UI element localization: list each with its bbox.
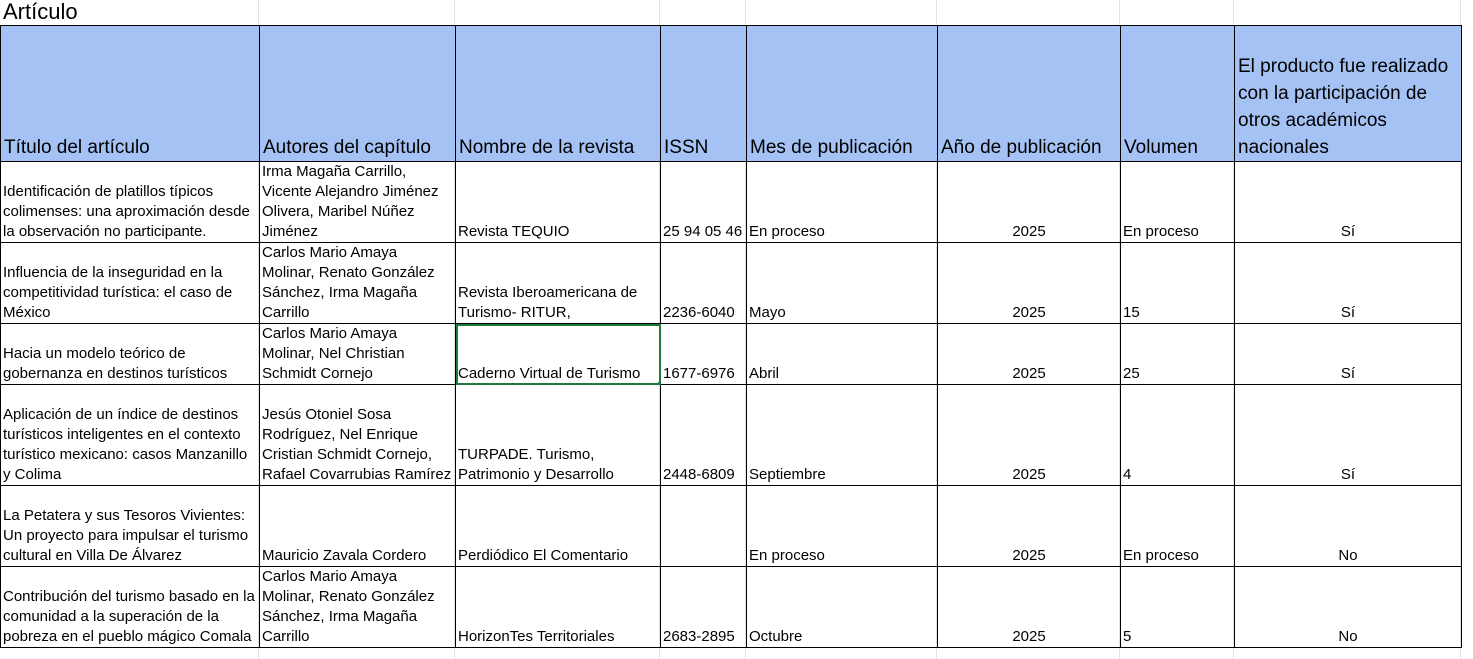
cell-participacion[interactable]: Sí bbox=[1234, 242, 1462, 324]
spreadsheet: Artículo Título del artículo Autores del… bbox=[0, 0, 1473, 659]
header-volumen[interactable]: Volumen bbox=[1120, 25, 1235, 162]
table-row: Hacia un modelo teórico de gobernanza en… bbox=[0, 323, 1462, 385]
cell-mes[interactable]: Octubre bbox=[746, 566, 938, 648]
cell-titulo[interactable]: Hacia un modelo teórico de gobernanza en… bbox=[0, 323, 260, 385]
cell-mes[interactable]: Septiembre bbox=[746, 384, 938, 486]
table-row: La Petatera y sus Tesoros Vivientes: Un … bbox=[0, 485, 1462, 567]
cell-issn[interactable]: 1677-6976 bbox=[660, 323, 747, 385]
cell-revista-text: Caderno Virtual de Turismo bbox=[458, 365, 641, 382]
cell-volumen[interactable]: En proceso bbox=[1120, 485, 1235, 567]
table-row: Identificación de platillos típicos coli… bbox=[0, 161, 1462, 243]
cell-revista[interactable]: Revista Iberoamericana de Turismo- RITUR… bbox=[455, 242, 661, 324]
cell-participacion[interactable]: No bbox=[1234, 566, 1462, 648]
table-row: Aplicación de un índice de destinos turí… bbox=[0, 384, 1462, 486]
cell-anio[interactable]: 2025 bbox=[937, 242, 1121, 324]
header-titulo[interactable]: Título del artículo bbox=[0, 25, 260, 162]
cell-autores[interactable]: Irma Magaña Carrillo, Vicente Alejandro … bbox=[259, 161, 456, 243]
cell-anio[interactable]: 2025 bbox=[937, 384, 1121, 486]
cell-volumen[interactable]: 15 bbox=[1120, 242, 1235, 324]
table-row: Influencia de la inseguridad en la compe… bbox=[0, 242, 1462, 324]
cell-issn[interactable] bbox=[660, 485, 747, 567]
cell-revista[interactable]: TURPADE. Turismo, Patrimonio y Desarroll… bbox=[455, 384, 661, 486]
cell-participacion[interactable]: Sí bbox=[1234, 161, 1462, 243]
cell-autores[interactable]: Carlos Mario Amaya Molinar, Renato Gonzá… bbox=[259, 566, 456, 648]
cell-mes[interactable]: Abril bbox=[746, 323, 938, 385]
cell-autores[interactable]: Carlos Mario Amaya Molinar, Renato Gonzá… bbox=[259, 242, 456, 324]
cell-autores[interactable]: Carlos Mario Amaya Molinar, Nel Christia… bbox=[259, 323, 456, 385]
table-row: Contribución del turismo basado en la co… bbox=[0, 566, 1462, 648]
header-revista[interactable]: Nombre de la revista bbox=[455, 25, 661, 162]
cell-revista[interactable]: HorizonTes Territoriales bbox=[455, 566, 661, 648]
cell-participacion[interactable]: Sí bbox=[1234, 384, 1462, 486]
cell-anio[interactable]: 2025 bbox=[937, 566, 1121, 648]
cell-volumen[interactable]: 5 bbox=[1120, 566, 1235, 648]
cell-anio[interactable]: 2025 bbox=[937, 161, 1121, 243]
fill-handle[interactable] bbox=[658, 382, 660, 384]
cell-mes[interactable]: En proceso bbox=[746, 161, 938, 243]
header-anio[interactable]: Año de publicación bbox=[937, 25, 1121, 162]
header-participacion[interactable]: El producto fue realizado con la partici… bbox=[1234, 25, 1462, 162]
cell-volumen[interactable]: 25 bbox=[1120, 323, 1235, 385]
header-mes[interactable]: Mes de publicación bbox=[746, 25, 938, 162]
header-autores[interactable]: Autores del capítulo bbox=[259, 25, 456, 162]
cell-autores[interactable]: Jesús Otoniel Sosa Rodríguez, Nel Enriqu… bbox=[259, 384, 456, 486]
cell-autores[interactable]: Mauricio Zavala Cordero bbox=[259, 485, 456, 567]
cell-issn[interactable]: 2448-6809 bbox=[660, 384, 747, 486]
cell-issn[interactable]: 25 94 05 46 bbox=[660, 161, 747, 243]
cell-volumen[interactable]: En proceso bbox=[1120, 161, 1235, 243]
cell-revista[interactable]: Revista TEQUIO bbox=[455, 161, 661, 243]
header-issn[interactable]: ISSN bbox=[660, 25, 747, 162]
cell-anio[interactable]: 2025 bbox=[937, 323, 1121, 385]
cell-revista-selected[interactable]: Caderno Virtual de Turismo bbox=[455, 323, 661, 385]
sheet-title[interactable]: Artículo bbox=[3, 0, 78, 24]
header-row: Título del artículo Autores del capítulo… bbox=[0, 25, 1462, 162]
cell-titulo[interactable]: La Petatera y sus Tesoros Vivientes: Un … bbox=[0, 485, 260, 567]
articles-table: Título del artículo Autores del capítulo… bbox=[0, 25, 1462, 648]
cell-revista[interactable]: Perdiódico El Comentario bbox=[455, 485, 661, 567]
cell-anio[interactable]: 2025 bbox=[937, 485, 1121, 567]
cell-participacion[interactable]: Sí bbox=[1234, 323, 1462, 385]
cell-titulo[interactable]: Influencia de la inseguridad en la compe… bbox=[0, 242, 260, 324]
cell-volumen[interactable]: 4 bbox=[1120, 384, 1235, 486]
cell-titulo[interactable]: Identificación de platillos típicos coli… bbox=[0, 161, 260, 243]
cell-titulo[interactable]: Aplicación de un índice de destinos turí… bbox=[0, 384, 260, 486]
cell-titulo[interactable]: Contribución del turismo basado en la co… bbox=[0, 566, 260, 648]
cell-mes[interactable]: Mayo bbox=[746, 242, 938, 324]
cell-mes[interactable]: En proceso bbox=[746, 485, 938, 567]
cell-participacion[interactable]: No bbox=[1234, 485, 1462, 567]
cell-issn[interactable]: 2683-2895 bbox=[660, 566, 747, 648]
cell-issn[interactable]: 2236-6040 bbox=[660, 242, 747, 324]
